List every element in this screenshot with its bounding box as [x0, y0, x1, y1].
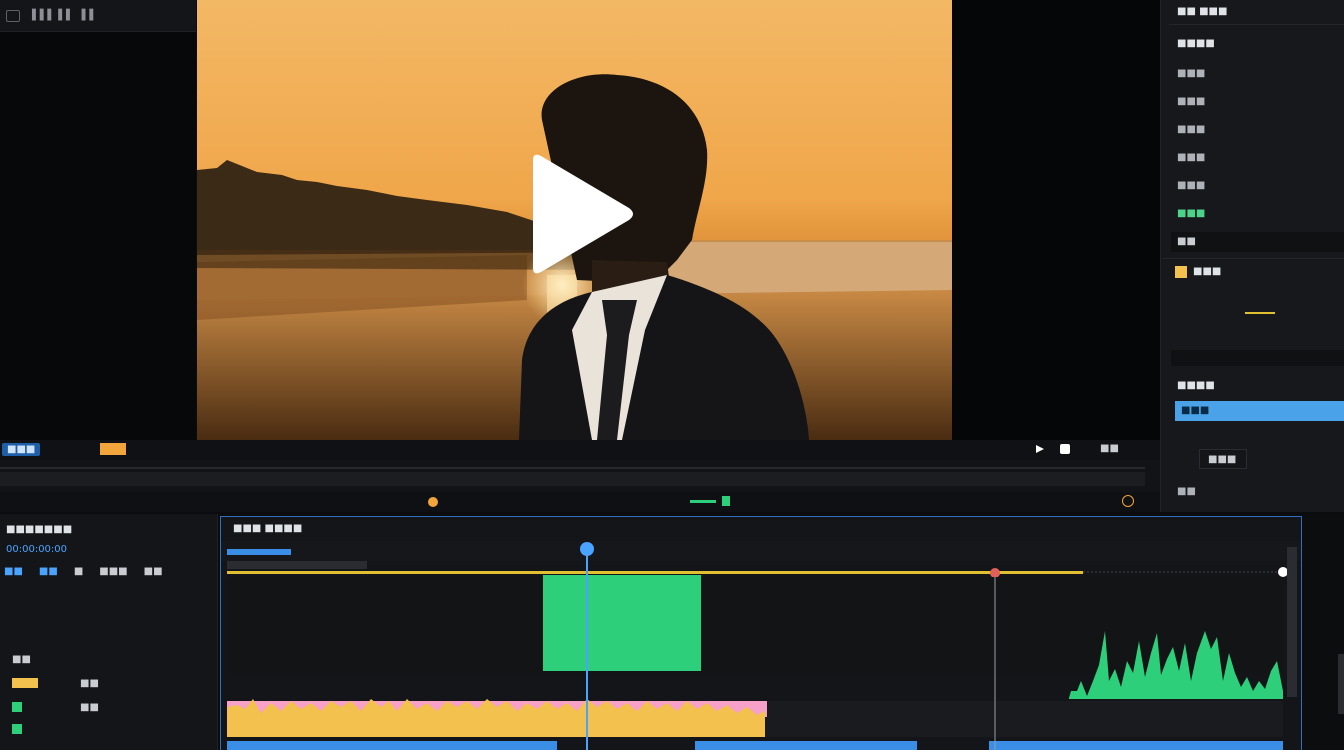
property-row[interactable]: ■■■	[1177, 152, 1205, 163]
inspector-title: ■■ ■■■	[1177, 6, 1228, 17]
subsection-label: ■■■■	[1177, 380, 1215, 391]
divider	[1169, 24, 1344, 25]
dropdown-value: ■■■	[1181, 405, 1210, 416]
field-label: ■■	[1177, 236, 1196, 247]
tool-icon[interactable]	[722, 496, 730, 506]
color-label: ■■■	[1193, 266, 1222, 277]
toolbar-label[interactable]: ▐▐▐ ▐▐	[28, 10, 70, 21]
track-label: ■■	[80, 678, 99, 689]
timeline-tab[interactable]: ■■■ ■■■■	[233, 523, 302, 534]
ruler-ticks	[0, 467, 1145, 486]
timecode-label: ■■	[1100, 443, 1119, 454]
timecode-display: 00:00:00:00	[6, 544, 68, 555]
tab[interactable]: ■	[74, 566, 83, 577]
property-row[interactable]: ■■■	[1177, 208, 1205, 219]
preview-sidebar	[952, 0, 1160, 440]
timeline-scrollbar[interactable]	[1302, 514, 1344, 750]
video-preview[interactable]	[197, 0, 952, 440]
section-label[interactable]: ■■■■	[1177, 38, 1215, 49]
color-swatch[interactable]	[1175, 266, 1187, 278]
divider	[1162, 258, 1344, 259]
scrub-ruler[interactable]	[0, 460, 1160, 492]
timeline-canvas	[221, 541, 1301, 750]
property-row[interactable]: ■■■	[1177, 96, 1205, 107]
play-icon[interactable]	[525, 152, 637, 276]
level-meter	[1245, 312, 1275, 314]
transport-bar: ■■■ ■■	[0, 440, 1160, 460]
tab[interactable]: ■■■	[99, 566, 127, 577]
tools-row	[0, 492, 1160, 512]
footer-label: ■■	[1177, 486, 1196, 497]
property-row[interactable]: ■■■	[1177, 180, 1205, 191]
track-color[interactable]	[12, 702, 22, 712]
property-row[interactable]: ■■■	[1177, 68, 1205, 79]
media-panel	[0, 32, 196, 440]
top-toolbar: ▐▐▐ ▐▐ ▐▐	[0, 0, 196, 32]
timeline-panel[interactable]: ■■■ ■■■■	[220, 516, 1302, 750]
tool-icon[interactable]	[428, 497, 438, 507]
slider-track[interactable]	[1171, 350, 1344, 366]
track-color[interactable]	[12, 678, 38, 688]
property-row[interactable]: ■■■	[1177, 124, 1205, 135]
mode-chip[interactable]: ■■■	[2, 443, 41, 456]
track-color[interactable]	[12, 724, 22, 734]
play-small-icon[interactable]	[1036, 445, 1044, 453]
tab[interactable]: ■■	[39, 566, 58, 577]
loop-icon[interactable]	[1060, 444, 1070, 454]
inspector-panel: ■■ ■■■ ■■■■ ■■■ ■■■ ■■■ ■■■ ■■■ ■■■ ■■ ■…	[1160, 0, 1344, 512]
marker-icon[interactable]	[100, 443, 126, 455]
dropdown[interactable]: ■■■	[1175, 401, 1344, 421]
scroll-thumb[interactable]	[1338, 654, 1344, 714]
track-label: ■■	[80, 702, 99, 713]
menu-icon[interactable]	[6, 9, 20, 22]
tab[interactable]: ■■	[144, 566, 163, 577]
field-box[interactable]: ■■	[1171, 232, 1344, 252]
timeline-header-panel: ■■■■■■■ 00:00:00:00 ■■ ■■ ■ ■■■ ■■ ■■ ■■…	[0, 514, 218, 750]
timeline-panel-title: ■■■■■■■	[6, 524, 73, 535]
apply-button[interactable]: ■■■	[1199, 449, 1247, 469]
track-group-label: ■■	[12, 654, 31, 665]
help-icon[interactable]	[1122, 495, 1134, 507]
tab[interactable]: ■■	[4, 566, 23, 577]
toolbar-label-2[interactable]: ▐▐	[78, 10, 93, 21]
tool-bar	[690, 500, 716, 503]
track-tabs: ■■ ■■ ■ ■■■ ■■	[4, 566, 163, 577]
